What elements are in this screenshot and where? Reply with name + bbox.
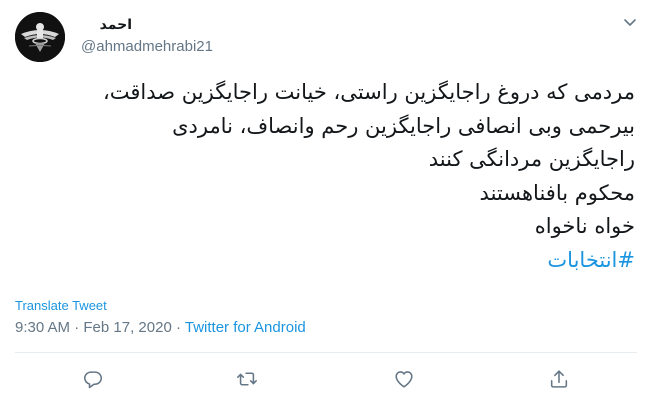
divider	[15, 352, 637, 353]
tweet-line: راجایگزین مردانگی کنند	[428, 147, 635, 171]
heart-icon[interactable]	[393, 368, 415, 390]
tweet-metadata: 9:30 AM · Feb 17, 2020 · Twitter for And…	[15, 319, 306, 336]
separator-dot: ·	[171, 319, 185, 336]
tweet-text: مردمی که دروغ راجایگزین راستی، خیانت راج…	[15, 76, 635, 277]
separator-dot: ·	[70, 319, 84, 336]
chevron-down-icon[interactable]	[622, 14, 638, 30]
display-name[interactable]: احمد	[100, 17, 132, 33]
tweet-date[interactable]: Feb 17, 2020	[83, 319, 171, 336]
tweet-line: محکوم بافناهستند	[479, 180, 635, 205]
tweet-line: خواه ناخواه	[534, 214, 635, 238]
user-handle[interactable]: @ahmadmehrabi21	[81, 38, 213, 55]
tweet-time[interactable]: 9:30 AM	[15, 319, 70, 336]
faravahar-emblem-icon	[15, 12, 65, 62]
avatar[interactable]	[15, 12, 65, 62]
reply-icon[interactable]	[82, 368, 104, 390]
tweet-actions	[0, 368, 652, 392]
share-icon[interactable]	[548, 368, 570, 390]
translate-tweet-link[interactable]: Translate Tweet	[15, 298, 107, 313]
tweet-line: بیرحمی وبی انصافی راجایگزین رحم وانصاف، …	[172, 113, 635, 138]
tweet-line: مردمی که دروغ راجایگزین راستی، خیانت راج…	[102, 80, 635, 104]
retweet-icon[interactable]	[236, 368, 258, 390]
hashtag-link[interactable]: #انتخابات	[547, 248, 635, 272]
tweet-source-link[interactable]: Twitter for Android	[185, 319, 306, 336]
